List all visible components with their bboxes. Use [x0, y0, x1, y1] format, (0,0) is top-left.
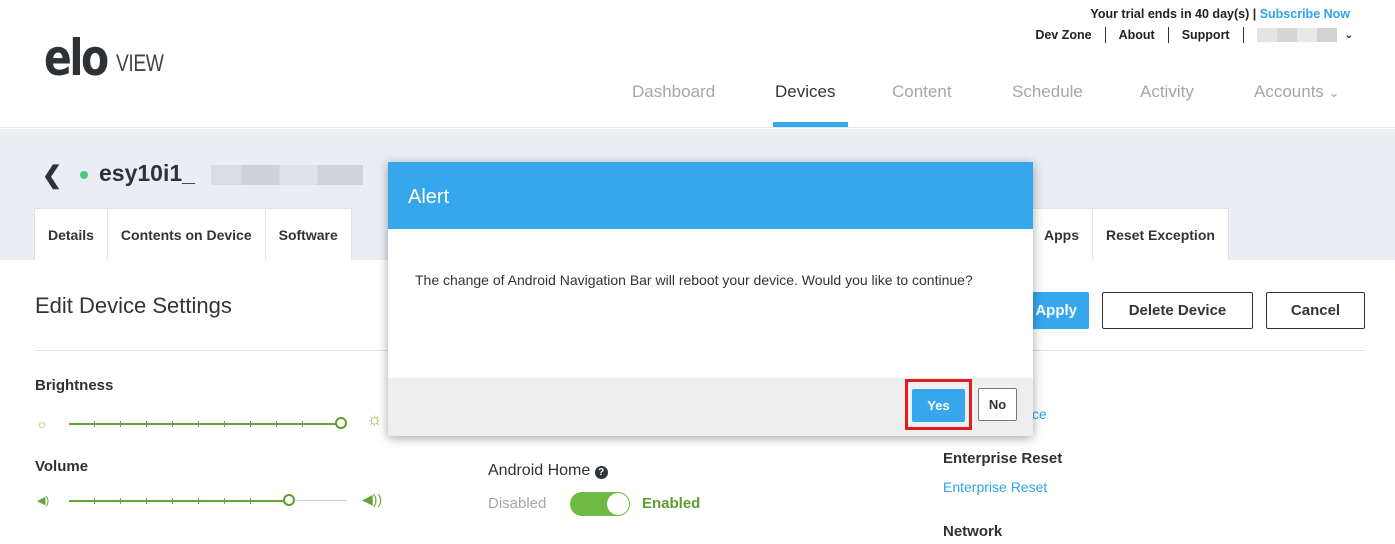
slider-tick [94, 498, 95, 504]
nav-accounts[interactable]: Accounts ⌄ [1254, 82, 1340, 102]
dialog-title: Alert [388, 162, 1033, 229]
network-heading: Network [943, 523, 1003, 540]
dev-zone-link[interactable]: Dev Zone [1035, 28, 1091, 42]
toggle-enabled-label: Enabled [642, 495, 701, 512]
nav-dashboard[interactable]: Dashboard [632, 82, 715, 102]
app-header: elo VIEW Your trial ends in 40 day(s) | … [0, 0, 1395, 128]
volume-low-icon: ◀) [37, 495, 50, 507]
nav-accounts-label: Accounts [1254, 82, 1324, 101]
slider-tick [302, 421, 303, 427]
help-icon[interactable]: ? [594, 466, 608, 479]
nav-content[interactable]: Content [892, 82, 952, 102]
android-home-label: Android Home ? [488, 462, 608, 480]
yes-button[interactable]: Yes [912, 389, 965, 422]
android-home-toggle[interactable] [570, 492, 630, 516]
tab-reset-exception[interactable]: Reset Exception [1092, 208, 1229, 260]
nav-devices[interactable]: Devices [775, 82, 835, 102]
slider-tick [198, 421, 199, 427]
volume-slider-handle[interactable] [283, 494, 295, 506]
about-link[interactable]: About [1119, 28, 1155, 42]
device-name: esy10i1_ [99, 160, 195, 186]
brightness-slider-track[interactable] [69, 421, 339, 427]
dialog-message: The change of Android Navigation Bar wil… [415, 272, 973, 288]
slider-tick [172, 421, 173, 427]
partially-hidden-link[interactable]: ce [1032, 406, 1047, 422]
android-home-text: Android Home [488, 462, 591, 479]
enterprise-reset-heading: Enterprise Reset [943, 450, 1063, 467]
slider-tick [120, 498, 121, 504]
slider-tick [276, 421, 277, 427]
active-nav-indicator [773, 122, 848, 127]
brightness-label: Brightness [35, 377, 114, 394]
online-status-dot [80, 171, 88, 179]
sun-low-icon: ☼ [36, 416, 48, 431]
main-nav: Dashboard Devices Content Schedule Activ… [0, 82, 1395, 128]
tab-details[interactable]: Details [34, 208, 108, 260]
support-link[interactable]: Support [1182, 28, 1230, 42]
page-title: Edit Device Settings [35, 293, 232, 318]
slider-tick [146, 498, 147, 504]
trial-notice: Your trial ends in 40 day(s) | Subscribe… [1090, 7, 1350, 21]
slider-tick [120, 421, 121, 427]
slider-tick [250, 498, 251, 504]
slider-tick [146, 421, 147, 427]
chevron-down-icon[interactable]: ⌄ [1345, 30, 1353, 41]
divider [1167, 27, 1169, 43]
volume-label: Volume [35, 458, 89, 475]
toggle-disabled-label: Disabled [488, 495, 547, 512]
tab-apps[interactable]: Apps [1030, 208, 1093, 260]
device-tabs: Details Contents on Device Software [34, 208, 352, 260]
logo-elo-text: elo [44, 29, 109, 87]
tab-software[interactable]: Software [264, 208, 352, 260]
sun-high-icon: ☼ [366, 409, 383, 429]
volume-slider-remaining [293, 500, 347, 501]
slider-tick [224, 498, 225, 504]
slider-tick [224, 421, 225, 427]
delete-device-button[interactable]: Delete Device [1102, 292, 1253, 329]
enterprise-reset-link[interactable]: Enterprise Reset [943, 479, 1047, 495]
dialog-footer: Yes No [388, 378, 1033, 436]
slider-tick [198, 498, 199, 504]
brightness-slider-handle[interactable] [335, 417, 347, 429]
utility-links: Dev Zone About Support ⌄ [1035, 27, 1353, 43]
nav-schedule[interactable]: Schedule [1012, 82, 1083, 102]
cancel-button[interactable]: Cancel [1266, 292, 1365, 329]
slider-tick [94, 421, 95, 427]
toggle-knob [607, 493, 629, 515]
back-arrow-icon[interactable]: ❮ [42, 161, 62, 190]
volume-slider-track[interactable] [69, 498, 287, 504]
divider [1242, 27, 1244, 43]
nav-activity[interactable]: Activity [1140, 82, 1194, 102]
user-menu-redacted[interactable] [1256, 28, 1337, 42]
device-tabs-right: Apps Reset Exception [1030, 208, 1229, 260]
no-button[interactable]: No [978, 388, 1017, 421]
subscribe-now-link[interactable]: Subscribe Now [1260, 7, 1350, 21]
logo-view-text: VIEW [116, 50, 164, 77]
chevron-down-icon: ⌄ [1328, 85, 1340, 100]
volume-high-icon: ◀)) [362, 491, 383, 507]
elo-view-logo[interactable]: elo VIEW [44, 30, 175, 86]
alert-dialog: Alert The change of Android Navigation B… [388, 162, 1033, 436]
slider-tick [172, 498, 173, 504]
slider-tick [250, 421, 251, 427]
divider [1104, 27, 1106, 43]
device-name-redacted [211, 165, 363, 185]
tab-contents-on-device[interactable]: Contents on Device [106, 208, 266, 260]
trial-text: Your trial ends in 40 day(s) | [1090, 7, 1257, 21]
